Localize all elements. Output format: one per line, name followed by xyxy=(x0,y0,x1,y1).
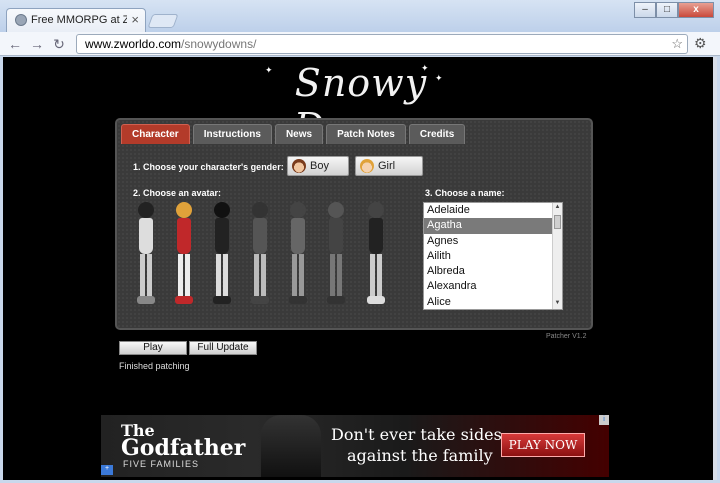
advertisement-banner[interactable]: The Godfather FIVE FAMILIES Don't ever t… xyxy=(101,415,609,477)
browser-tab[interactable]: Free MMORPG at Zworldo.c × xyxy=(6,8,146,32)
forward-icon[interactable]: → xyxy=(28,35,46,53)
favicon-icon xyxy=(15,14,27,26)
tab-character[interactable]: Character xyxy=(121,124,190,144)
list-item-selected[interactable]: Agatha xyxy=(424,218,562,234)
avatar-option[interactable] xyxy=(321,202,351,308)
gender-prompt: 1. Choose your character's gender: xyxy=(133,162,284,172)
name-prompt: 3. Choose a name: xyxy=(425,188,505,198)
list-item[interactable]: Adelaide xyxy=(424,203,562,218)
avatar-prompt: 2. Choose an avatar: xyxy=(133,188,222,198)
panel-tabs: Character Instructions News Patch Notes … xyxy=(121,124,468,144)
ad-info-icon[interactable]: i xyxy=(599,415,609,425)
ad-headline-1: Don't ever take sides xyxy=(331,425,502,444)
minimize-button[interactable]: – xyxy=(634,2,656,18)
close-tab-icon[interactable]: × xyxy=(131,12,139,27)
list-item[interactable]: Agnes xyxy=(424,234,562,249)
ad-brand-main: Godfather xyxy=(121,435,246,461)
ad-play-now-button[interactable]: PLAY NOW xyxy=(501,433,585,457)
avatar-option[interactable] xyxy=(361,202,391,308)
girl-button[interactable]: Girl xyxy=(355,156,423,176)
page-content: Snowy Downs ✦ ✦ ✦ Character Instructions… xyxy=(3,57,713,480)
girl-label: Girl xyxy=(378,160,396,172)
bookmark-star-icon[interactable]: ☆ xyxy=(671,35,683,53)
boy-label: Boy xyxy=(310,160,329,172)
url-host: www.zworldo.com xyxy=(85,37,182,51)
girl-face-icon xyxy=(360,159,374,173)
list-scrollbar[interactable]: ▲ ▼ xyxy=(552,203,562,309)
scroll-down-icon[interactable]: ▼ xyxy=(554,300,561,308)
tab-title: Free MMORPG at Zworldo.c xyxy=(31,14,127,26)
name-listbox[interactable]: Adelaide Agatha Agnes Ailith Albreda Ale… xyxy=(423,202,563,310)
patcher-version: Patcher V1.2 xyxy=(546,333,587,340)
scroll-thumb[interactable] xyxy=(554,215,561,229)
wrench-menu-icon[interactable]: ⚙ xyxy=(694,35,707,52)
scroll-up-icon[interactable]: ▲ xyxy=(554,204,561,212)
list-item[interactable]: Albreda xyxy=(424,264,562,279)
ad-brand-sub: FIVE FAMILIES xyxy=(123,459,200,469)
avatar-option[interactable] xyxy=(207,202,237,308)
close-window-button[interactable]: x xyxy=(678,2,714,18)
new-tab-button[interactable] xyxy=(147,14,179,28)
maximize-button[interactable]: □ xyxy=(656,2,678,18)
sparkle-icon: ✦ xyxy=(265,65,273,75)
tab-patch-notes[interactable]: Patch Notes xyxy=(326,124,406,144)
avatar-choices xyxy=(131,202,393,310)
avatar-option[interactable] xyxy=(283,202,313,308)
character-panel: Character Instructions News Patch Notes … xyxy=(115,118,593,330)
boy-face-icon xyxy=(292,159,306,173)
avatar-option[interactable] xyxy=(131,202,161,308)
ad-headline-2: against the family xyxy=(347,446,493,465)
window-controls: – □ x xyxy=(634,2,714,18)
ad-badge-icon: + xyxy=(101,465,113,475)
back-icon[interactable]: ← xyxy=(6,35,24,53)
sparkle-icon: ✦ xyxy=(435,73,443,83)
browser-toolbar: ← → ↻ www.zworldo.com/snowydowns/ ☆ ⚙ xyxy=(0,32,720,56)
full-update-button[interactable]: Full Update xyxy=(189,341,257,355)
list-item[interactable]: Alice xyxy=(424,295,562,309)
list-item[interactable]: Alexandra xyxy=(424,279,562,294)
avatar-option[interactable] xyxy=(245,202,275,308)
ad-figure-image xyxy=(261,415,321,477)
play-button[interactable]: Play xyxy=(119,341,187,355)
boy-button[interactable]: Boy xyxy=(287,156,349,176)
reload-icon[interactable]: ↻ xyxy=(50,35,68,53)
status-text: Finished patching xyxy=(119,361,190,371)
url-path: /snowydowns/ xyxy=(181,37,257,51)
page-scrollbar[interactable] xyxy=(713,57,717,480)
tab-instructions[interactable]: Instructions xyxy=(192,124,272,144)
address-bar[interactable]: www.zworldo.com/snowydowns/ ☆ xyxy=(76,34,688,54)
tab-credits[interactable]: Credits xyxy=(408,124,466,144)
game-logo: Snowy Downs xyxy=(294,61,428,149)
list-item[interactable]: Ailith xyxy=(424,249,562,264)
avatar-option[interactable] xyxy=(169,202,199,308)
sparkle-icon: ✦ xyxy=(421,63,429,73)
title-bar: Free MMORPG at Zworldo.c × – □ x xyxy=(0,0,720,32)
tab-news[interactable]: News xyxy=(274,124,324,144)
